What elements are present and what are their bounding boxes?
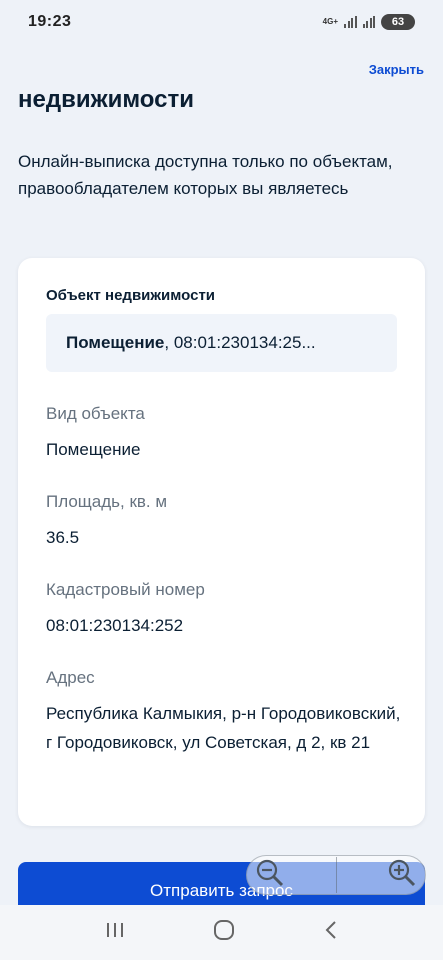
home-icon[interactable] <box>213 919 235 946</box>
intro-text: Онлайн-выписка доступна только по объект… <box>18 152 393 198</box>
signal-strength-icon-2 <box>362 16 375 28</box>
network-type-label: 4G+ <box>322 17 338 26</box>
object-select-type: Помещение <box>66 333 165 352</box>
close-link[interactable]: Закрыть <box>369 62 424 77</box>
field-label: Вид объекта <box>46 404 145 423</box>
zoom-in-icon[interactable] <box>387 858 417 893</box>
status-bar: 19:23 4G+ 63 <box>0 0 443 44</box>
field-label: Площадь, кв. м <box>46 492 168 511</box>
field-value: 36.5 <box>46 528 80 547</box>
object-select[interactable]: Помещение, 08:01:230134:25... <box>46 314 397 372</box>
system-navigation-bar <box>0 905 443 960</box>
page-title: недвижимости <box>18 92 194 120</box>
page-title-text: недвижимости <box>18 92 194 113</box>
field-value: 08:01:230134:252 <box>46 616 184 635</box>
field-value: Помещение <box>46 440 141 459</box>
field-label: Кадастровый номер <box>46 580 205 599</box>
status-icons: 4G+ 63 <box>323 14 415 30</box>
recent-apps-icon[interactable] <box>104 920 126 945</box>
zoom-control <box>246 855 426 895</box>
field-area: Площадь, кв. м 36.5 <box>46 491 406 552</box>
property-card: Объект недвижимости Помещение, 08:01:230… <box>18 258 425 826</box>
object-label: Объект недвижимости <box>46 287 216 304</box>
zoom-divider <box>335 857 337 893</box>
field-cadastral-number: Кадастровый номер 08:01:230134:252 <box>46 579 406 640</box>
field-object-type: Вид объекта Помещение <box>46 403 406 464</box>
object-select-number: , 08:01:230134:25... <box>164 333 316 352</box>
field-label: Адрес <box>46 668 95 687</box>
back-icon[interactable] <box>323 919 339 946</box>
signal-strength-icon <box>344 16 357 28</box>
battery-icon: 63 <box>381 14 415 30</box>
field-address: Адрес Республика Калмыкия, р-н Городовик… <box>46 667 406 757</box>
zoom-out-icon[interactable] <box>255 858 285 893</box>
clock: 19:23 <box>28 13 72 30</box>
field-value: Республика Калмыкия, р-н Городовиковский… <box>46 704 401 752</box>
